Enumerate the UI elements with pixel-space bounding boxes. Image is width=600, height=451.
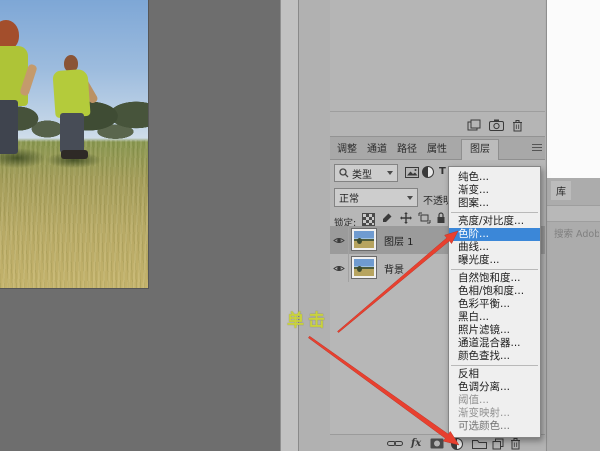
artboard-icon <box>418 212 431 224</box>
visibility-toggle[interactable] <box>330 254 349 282</box>
new-snapshot-button[interactable] <box>489 118 504 132</box>
adjustment-layer-menu: 纯色... 渐变... 图案... 亮度/对比度... 色阶... 曲线... … <box>448 166 541 438</box>
photo-person-center-shirt <box>52 69 90 118</box>
tab-libraries[interactable]: 库 <box>551 181 571 200</box>
photoshop-window: 调整 通道 路径 属性 图层 类型 <box>0 0 600 451</box>
brush-icon <box>381 212 393 224</box>
tab-channels[interactable]: 通道 <box>362 140 392 159</box>
blend-mode-value: 正常 <box>339 190 359 205</box>
history-panel-divider <box>330 111 545 112</box>
menu-item-threshold[interactable]: 阈值... <box>449 394 540 407</box>
add-layer-mask-button[interactable] <box>430 437 444 450</box>
eye-icon <box>333 264 345 273</box>
trash-icon <box>510 437 521 450</box>
visibility-toggle[interactable] <box>330 226 349 254</box>
lock-position-button[interactable] <box>400 212 412 224</box>
menu-item-pattern[interactable]: 图案... <box>449 197 540 210</box>
menu-item-color-balance[interactable]: 色彩平衡... <box>449 298 540 311</box>
menu-item-curves[interactable]: 曲线... <box>449 241 540 254</box>
click-annotation-label: 单击 <box>287 306 329 331</box>
libraries-search-field[interactable]: 搜索 Adob <box>551 226 599 240</box>
document-scrollbar[interactable] <box>280 0 299 451</box>
layer-thumbnail[interactable] <box>352 229 376 250</box>
adjustment-half-circle-icon <box>451 438 463 450</box>
tab-paths[interactable]: 路径 <box>392 140 422 159</box>
lock-transparent-pixels-button[interactable] <box>362 213 375 226</box>
new-document-icon <box>467 119 481 131</box>
layer-mask-icon <box>430 438 444 449</box>
menu-separator <box>451 269 538 270</box>
delete-state-button[interactable] <box>512 118 523 132</box>
layer-filter-type-dropdown[interactable]: 类型 <box>334 164 398 182</box>
lock-all-button[interactable] <box>436 211 446 224</box>
menu-item-channel-mixer[interactable]: 通道混合器... <box>449 337 540 350</box>
menu-item-black-white[interactable]: 黑白... <box>449 311 540 324</box>
tab-layers[interactable]: 图层 <box>461 139 499 160</box>
folder-icon <box>472 438 487 449</box>
lock-artboard-button[interactable] <box>418 212 431 224</box>
filter-type-layers-button[interactable]: T <box>439 166 446 177</box>
menu-item-vibrance[interactable]: 自然饱和度... <box>449 272 540 285</box>
libraries-content-area <box>546 0 600 178</box>
new-layer-icon <box>492 438 504 450</box>
layer-thumbnail[interactable] <box>352 257 376 278</box>
document-canvas[interactable] <box>0 0 280 451</box>
link-layers-button[interactable] <box>387 437 403 450</box>
panel-menu-icon <box>532 143 542 152</box>
image-icon <box>405 167 419 178</box>
photo-person-center-pants <box>60 113 84 153</box>
eye-icon <box>333 236 345 245</box>
trash-icon <box>512 119 523 132</box>
tab-properties[interactable]: 属性 <box>422 140 452 159</box>
menu-item-posterize[interactable]: 色调分离... <box>449 381 540 394</box>
menu-item-exposure[interactable]: 曝光度... <box>449 254 540 267</box>
layer-name[interactable]: 背景 <box>384 261 404 276</box>
panel-menu-button[interactable] <box>532 143 542 152</box>
menu-item-photo-filter[interactable]: 照片滤镜... <box>449 324 540 337</box>
menu-item-invert[interactable]: 反相 <box>449 368 540 381</box>
menu-item-brightness-contrast[interactable]: 亮度/对比度... <box>449 215 540 228</box>
delete-layer-button[interactable] <box>510 437 521 450</box>
new-layer-button[interactable] <box>492 437 504 450</box>
layer-name[interactable]: 图层 1 <box>384 233 414 248</box>
filter-adjustment-layers-button[interactable] <box>422 166 434 178</box>
chevron-down-icon <box>387 171 393 175</box>
photo-preview <box>0 0 149 289</box>
menu-item-color-lookup[interactable]: 颜色查找... <box>449 350 540 363</box>
menu-item-hue-saturation[interactable]: 色相/饱和度... <box>449 285 540 298</box>
layer-style-button[interactable]: fx <box>411 437 421 450</box>
panel-tabbar: 调整 通道 路径 属性 图层 <box>330 137 545 160</box>
lock-image-pixels-button[interactable] <box>381 212 393 224</box>
new-adjustment-layer-button[interactable] <box>451 437 463 450</box>
libraries-dock: 库 搜索 Adob <box>546 178 600 451</box>
chevron-down-icon <box>407 196 413 200</box>
search-placeholder-text: 搜索 Adob <box>554 226 599 240</box>
libraries-toolbar-strip <box>547 205 600 222</box>
filter-type-label: 类型 <box>352 166 372 181</box>
new-document-from-state-button[interactable] <box>467 118 481 132</box>
menu-item-gradient[interactable]: 渐变... <box>449 184 540 197</box>
blend-mode-dropdown[interactable]: 正常 <box>334 188 418 207</box>
photo-person-center-shoes <box>61 150 88 159</box>
camera-icon <box>489 119 504 131</box>
move-cross-icon <box>400 212 412 224</box>
menu-item-gradient-map[interactable]: 渐变映射... <box>449 407 540 420</box>
search-icon <box>339 168 349 178</box>
new-group-button[interactable] <box>472 437 487 450</box>
photo-person-left-pants <box>0 100 18 154</box>
adjustment-half-circle-icon <box>422 166 434 178</box>
link-icon <box>387 439 403 448</box>
menu-item-levels[interactable]: 色阶... <box>449 228 540 241</box>
menu-item-selective-color[interactable]: 可选颜色... <box>449 420 540 433</box>
filter-pixel-layers-button[interactable] <box>405 167 419 178</box>
lock-icon <box>436 211 446 224</box>
history-panel-area <box>330 0 545 137</box>
menu-separator <box>451 365 538 366</box>
tab-adjustments[interactable]: 调整 <box>332 140 362 159</box>
menu-item-solid-color[interactable]: 纯色... <box>449 171 540 184</box>
menu-separator <box>451 212 538 213</box>
checkerboard-icon <box>362 213 375 226</box>
